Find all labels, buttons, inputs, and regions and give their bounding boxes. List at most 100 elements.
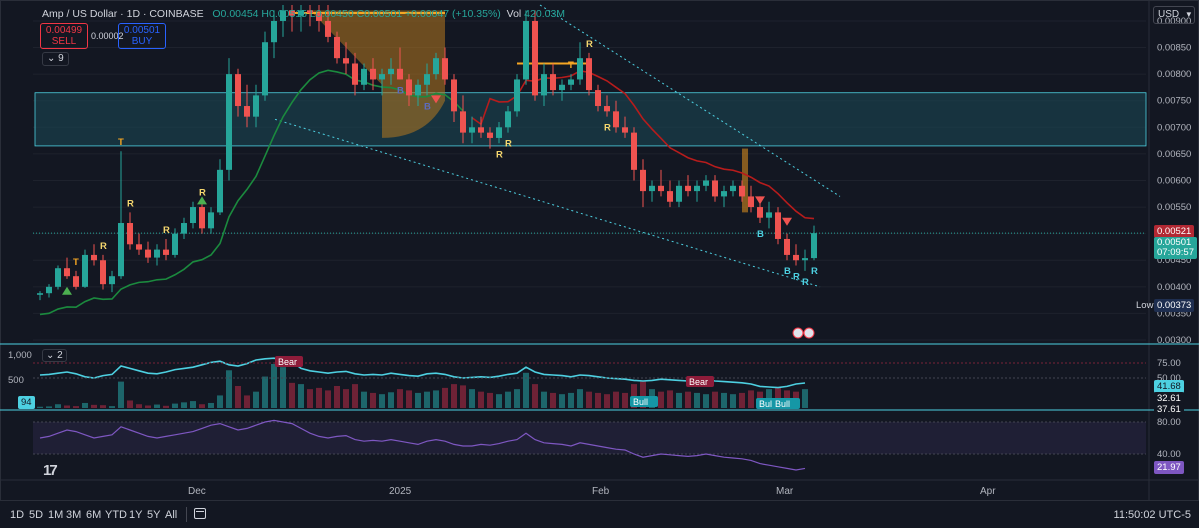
price-chart[interactable]: 0.009000.008500.008000.007500.007000.006… xyxy=(0,0,1199,527)
price-tick-label: 0.00600 xyxy=(1157,175,1191,186)
candle-body xyxy=(514,79,520,112)
volume-bar xyxy=(163,405,169,408)
candle-body xyxy=(541,74,547,96)
signal-label: R xyxy=(100,241,107,252)
osc-pane-toggle[interactable]: ⌄ 2 xyxy=(42,349,67,362)
volume-bar xyxy=(37,406,43,408)
candle-body xyxy=(118,223,124,277)
signal-label: B xyxy=(424,101,431,112)
signal-label: R xyxy=(604,123,611,134)
volume-bar xyxy=(478,391,484,408)
tradingview-logo-icon: 17 xyxy=(43,462,58,479)
volume-bar xyxy=(388,392,394,408)
candle-body xyxy=(145,249,151,258)
candle-body xyxy=(235,74,241,107)
chevron-down-icon: ⌄ xyxy=(47,53,56,64)
candle-body xyxy=(91,254,97,261)
candle-body xyxy=(685,185,691,192)
signal-badge-label: Bear xyxy=(689,377,708,387)
candle-body xyxy=(721,191,727,197)
rsi-tick: 40.00 xyxy=(1157,449,1181,460)
range-1y[interactable]: 1Y xyxy=(129,509,142,521)
toolbar-divider xyxy=(186,507,187,522)
candle-body xyxy=(415,84,421,96)
volume-bar xyxy=(109,406,115,408)
volume-bar xyxy=(325,390,331,408)
volume-bar xyxy=(91,404,97,408)
indicators-toggle[interactable]: ⌄ 9 xyxy=(42,52,69,66)
volume-bar xyxy=(46,406,52,408)
candle-body xyxy=(487,132,493,138)
candle-body xyxy=(451,79,457,112)
volume-bar xyxy=(802,389,808,408)
range-ytd[interactable]: YTD xyxy=(105,509,127,521)
candle-body xyxy=(262,42,268,96)
candle-body xyxy=(595,90,601,107)
volume-bar xyxy=(397,389,403,408)
currency-select[interactable]: USD ▼ xyxy=(1153,6,1195,24)
volume-bar xyxy=(370,392,376,408)
volume-bar xyxy=(577,389,583,408)
volume-bar xyxy=(154,404,160,408)
volume-bar xyxy=(316,387,322,408)
current-price-tag: 0.00501 07:09:57 xyxy=(1154,237,1197,259)
signal-label: T xyxy=(73,257,79,268)
range-3m[interactable]: 3M xyxy=(66,509,81,521)
volume-value: 420.03M xyxy=(524,8,566,20)
resistance-zone xyxy=(34,92,1147,147)
volume-bar xyxy=(676,392,682,408)
candle-body xyxy=(766,212,772,218)
candle-body xyxy=(217,169,223,213)
candle-body xyxy=(667,191,673,202)
osc-right-tick: 75.00 xyxy=(1157,358,1181,369)
volume-bar xyxy=(118,381,124,408)
candle-body xyxy=(703,180,709,186)
candle-body xyxy=(469,127,475,133)
sell-button[interactable]: 0.00499 SELL xyxy=(40,23,88,49)
candle-body xyxy=(406,79,412,96)
osc-left-tick: 500 xyxy=(8,375,24,386)
price-tick-label: 0.00400 xyxy=(1157,282,1191,293)
candle-body xyxy=(811,233,817,259)
candle-body xyxy=(46,286,52,294)
chevron-down-icon: ⌄ xyxy=(46,350,55,361)
range-6m[interactable]: 6M xyxy=(86,509,101,521)
candle-body xyxy=(388,68,394,75)
signal-triangle xyxy=(782,217,792,226)
price-tick-label: 0.00700 xyxy=(1157,122,1191,133)
volume-bar xyxy=(730,394,736,408)
calendar-icon[interactable] xyxy=(194,508,206,519)
candle-body xyxy=(658,185,664,192)
signal-label: B xyxy=(757,229,764,240)
candle-body xyxy=(64,268,70,277)
buy-button[interactable]: 0.00501 BUY xyxy=(118,23,166,49)
buy-price: 0.00501 xyxy=(123,25,161,36)
volume-bar xyxy=(82,402,88,408)
chevron-down-icon: ▼ xyxy=(1184,10,1193,19)
range-1m[interactable]: 1M xyxy=(48,509,63,521)
signal-label: R xyxy=(505,139,512,150)
candle-body xyxy=(523,20,529,80)
signal-badge-label: Bull xyxy=(775,399,790,409)
candle-body xyxy=(109,276,115,285)
volume-bar xyxy=(505,391,511,408)
volume-bar xyxy=(541,391,547,408)
range-5d[interactable]: 5D xyxy=(29,509,43,521)
range-1d[interactable]: 1D xyxy=(10,509,24,521)
signal-label: R xyxy=(586,39,593,50)
volume-bar xyxy=(685,391,691,408)
candle-body xyxy=(559,84,565,91)
candle-body xyxy=(127,223,133,245)
volume-bar xyxy=(253,391,259,408)
event-flag-icon xyxy=(792,327,804,339)
volume-bar xyxy=(100,405,106,408)
buy-label: BUY xyxy=(131,36,153,47)
range-5y[interactable]: 5Y xyxy=(147,509,160,521)
range-all[interactable]: All xyxy=(165,509,177,521)
candle-body xyxy=(244,106,250,117)
sell-price: 0.00499 xyxy=(45,25,83,36)
volume-bar xyxy=(595,392,601,408)
candle-body xyxy=(532,20,538,96)
candle-body xyxy=(100,260,106,285)
volume-bar xyxy=(298,384,304,408)
